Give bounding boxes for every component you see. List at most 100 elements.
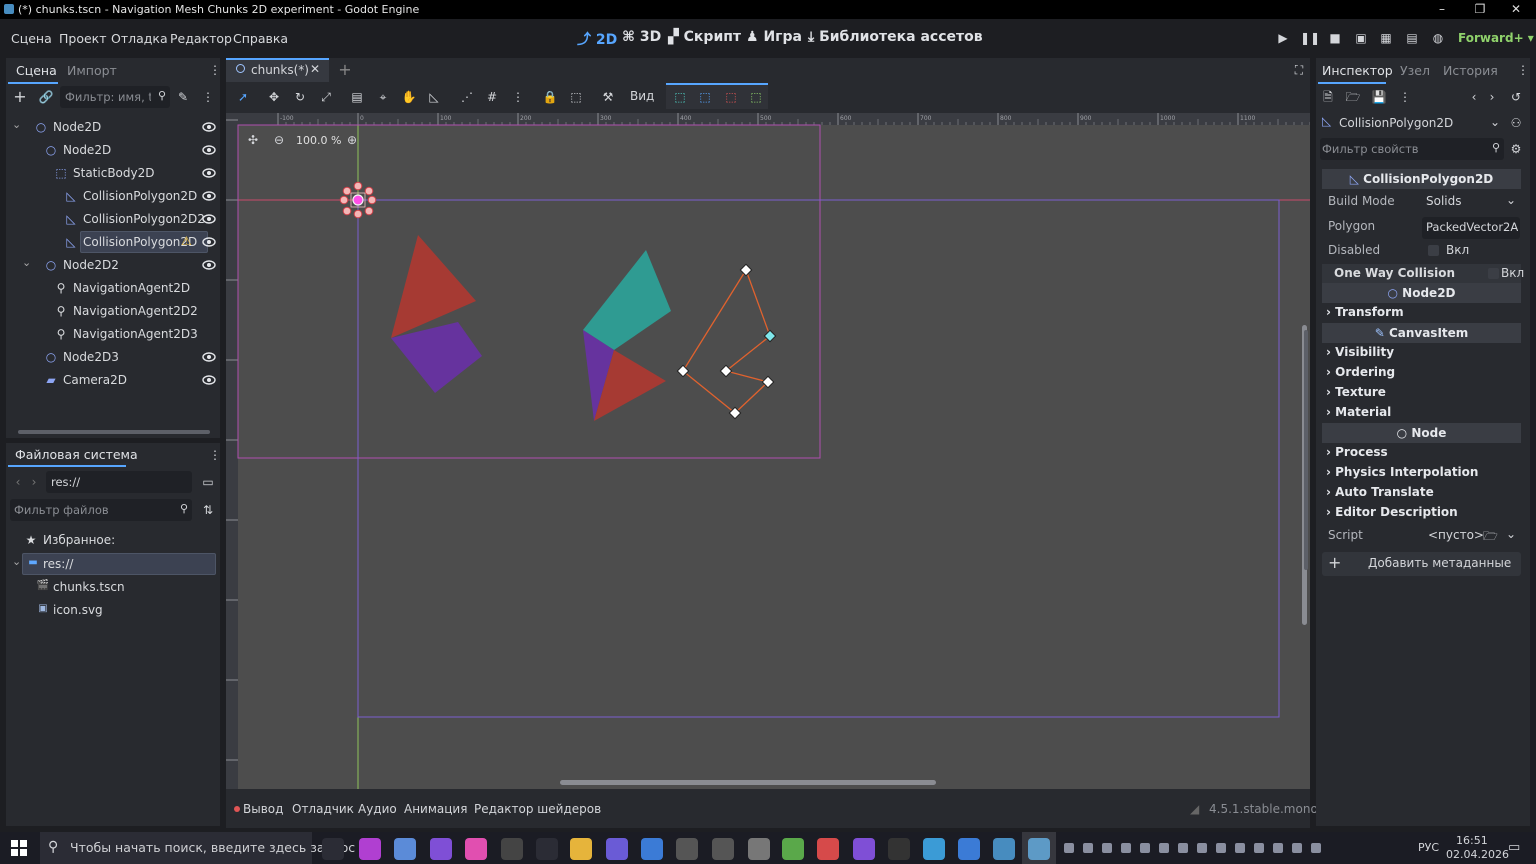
tray-icon[interactable] — [1178, 843, 1188, 853]
scene-options-icon[interactable]: ⋮ — [199, 88, 217, 106]
class-header-canvasitem[interactable]: ✎ CanvasItem — [1322, 323, 1521, 343]
tab-node[interactable]: Узел — [1400, 63, 1430, 78]
grid-snap-icon[interactable]: # — [483, 88, 501, 106]
file-filter-input[interactable]: Фильтр файлов ⚲ — [10, 499, 192, 521]
class-header-node[interactable]: ○ Node — [1322, 423, 1521, 443]
chevron-down-icon[interactable]: ⌄ — [12, 555, 21, 568]
tab-shader-editor[interactable]: Редактор шейдеров — [474, 802, 601, 816]
polygon-grid-icon[interactable]: ⬚ — [747, 88, 765, 106]
zoom-in-icon[interactable]: ⊕ — [343, 131, 361, 149]
attach-script-icon[interactable]: ✎ — [174, 88, 192, 106]
tray-icon[interactable] — [1064, 843, 1074, 853]
property-filter-input[interactable]: Фильтр свойств ⚲ — [1320, 138, 1504, 160]
close-window-button[interactable]: ✕ — [1500, 0, 1532, 19]
app-icon[interactable] — [606, 838, 628, 860]
open-resource-icon[interactable]: 🗁 — [1344, 88, 1362, 106]
play-custom-icon[interactable]: ▤ — [1403, 29, 1421, 47]
chevron-down-icon[interactable]: ⌄ — [22, 256, 31, 269]
dock-menu-icon[interactable]: ⋮ — [1514, 61, 1532, 79]
app-icon[interactable] — [817, 838, 839, 860]
file-item[interactable]: 🎬 chunks.tscn — [6, 576, 222, 599]
section-ordering[interactable]: › Ordering — [1326, 365, 1395, 379]
section-texture[interactable]: › Texture — [1326, 385, 1386, 399]
stop-icon[interactable]: ■ — [1326, 29, 1344, 47]
section-process[interactable]: › Process — [1326, 445, 1388, 459]
tab-audio[interactable]: Аудио — [358, 802, 397, 816]
tray-icon[interactable] — [1159, 843, 1169, 853]
scene-tree-item[interactable]: ⌄ ○ Node2D2 — [6, 254, 222, 277]
edit-points-icon[interactable]: ⬚ — [696, 88, 714, 106]
selectable-nodes-icon[interactable]: ▤ — [348, 88, 366, 106]
tab-output[interactable]: Вывод — [243, 802, 283, 816]
scene-tree-scrollbar[interactable] — [18, 430, 210, 434]
visibility-eye-icon[interactable] — [202, 350, 216, 364]
ruler-tool-icon[interactable]: ◺ — [425, 88, 443, 106]
new-resource-icon[interactable]: 🗎 — [1319, 88, 1337, 106]
tray-icon[interactable] — [1216, 843, 1226, 853]
pause-icon[interactable]: ❚❚ — [1300, 29, 1320, 47]
tab-animation[interactable]: Анимация — [404, 802, 467, 816]
viewport-canvas[interactable]: -100 0 100 200 300 400 500 600 700 800 900 1000 1100 — [226, 113, 1310, 789]
tab-debugger[interactable]: Отладчик — [292, 802, 354, 816]
visibility-eye-icon[interactable] — [202, 373, 216, 387]
scene-tree-item[interactable]: ⬚ StaticBody2D — [6, 162, 222, 185]
chevron-down-icon[interactable]: ⌄ — [1506, 527, 1516, 541]
save-resource-icon[interactable]: 💾 — [1370, 88, 1388, 106]
app-icon[interactable] — [465, 838, 487, 860]
visibility-eye-icon[interactable] — [202, 120, 216, 134]
add-metadata-button[interactable]: + Добавить метаданные — [1322, 552, 1521, 576]
disabled-checkbox[interactable] — [1428, 245, 1439, 256]
visibility-eye-icon[interactable] — [202, 235, 216, 249]
distraction-free-icon[interactable]: ⛶ — [1290, 61, 1308, 79]
pan-tool-icon[interactable]: ✋ — [400, 88, 418, 106]
file-item[interactable]: ⌄ ▬ res:// — [6, 553, 222, 576]
scene-tree-item[interactable]: ◺ CollisionPolygon2D ⚠ — [6, 231, 222, 254]
tab-history[interactable]: История — [1443, 63, 1498, 78]
app-icon[interactable] — [536, 838, 558, 860]
notifications-icon[interactable]: ▭ — [1508, 840, 1520, 855]
node-type-selector[interactable]: ◺ CollisionPolygon2D ⌄ — [1320, 112, 1504, 134]
sort-icon[interactable]: ⇅ — [199, 501, 217, 519]
node-info-icon[interactable]: ⚇ — [1507, 114, 1525, 132]
mode-2d-button[interactable]: ⤴ 2D — [577, 29, 617, 49]
visibility-eye-icon[interactable] — [202, 258, 216, 272]
lock-icon[interactable]: 🔒 — [541, 88, 559, 106]
play-scene-icon[interactable]: ▦ — [1377, 29, 1395, 47]
play-icon[interactable]: ▶ — [1274, 29, 1292, 47]
app-icon[interactable] — [394, 838, 416, 860]
tray-icon[interactable] — [1083, 843, 1093, 853]
visibility-eye-icon[interactable] — [202, 143, 216, 157]
app-icon[interactable] — [641, 838, 663, 860]
mode-assetlib-button[interactable]: ⤓ Библиотека ассетов — [808, 29, 983, 45]
phpstorm-icon[interactable] — [359, 838, 381, 860]
app-icon[interactable] — [748, 838, 770, 860]
section-transform[interactable]: › Transform — [1326, 305, 1404, 319]
visual-studio-code-icon[interactable] — [853, 838, 875, 860]
app-icon[interactable] — [712, 838, 734, 860]
tray-icon[interactable] — [1254, 843, 1264, 853]
mode-3d-button[interactable]: ⌘ 3D — [622, 29, 661, 45]
tab-scene[interactable]: Сцена — [16, 63, 57, 78]
one-way-checkbox[interactable] — [1488, 268, 1499, 279]
history-forward-icon[interactable]: › — [1483, 88, 1501, 106]
movie-maker-icon[interactable]: ◍ — [1429, 29, 1447, 47]
split-view-icon[interactable]: ▭ — [199, 473, 217, 491]
scale-tool-icon[interactable]: ⤢ — [317, 88, 335, 106]
windows-start-icon[interactable] — [11, 840, 27, 856]
dock-menu-icon[interactable]: ⋮ — [206, 446, 224, 464]
mode-script-button[interactable]: ▞ Скрипт — [668, 29, 741, 45]
task-view-icon[interactable] — [322, 838, 344, 860]
history-back-icon[interactable]: ‹ — [1465, 88, 1483, 106]
horizontal-scrollbar[interactable] — [560, 780, 936, 785]
view-menu[interactable]: Вид — [630, 89, 654, 103]
file-explorer-icon[interactable] — [570, 838, 592, 860]
zoom-level[interactable]: 100.0 % — [296, 134, 341, 147]
viewport[interactable]: -100 0 100 200 300 400 500 600 700 800 900 1000 1100 — [226, 113, 1310, 789]
add-node-icon[interactable]: + — [11, 88, 29, 106]
smart-snap-icon[interactable]: ⋰ — [458, 88, 476, 106]
zoom-out-icon[interactable]: ⊖ — [270, 131, 288, 149]
app-icon[interactable] — [958, 838, 980, 860]
renderer-select[interactable]: Forward+ ▾ — [1458, 31, 1534, 45]
scene-tree-item[interactable]: ⚲ NavigationAgent2D3 — [6, 323, 222, 346]
snap-options-icon[interactable]: ⋮ — [509, 88, 527, 106]
